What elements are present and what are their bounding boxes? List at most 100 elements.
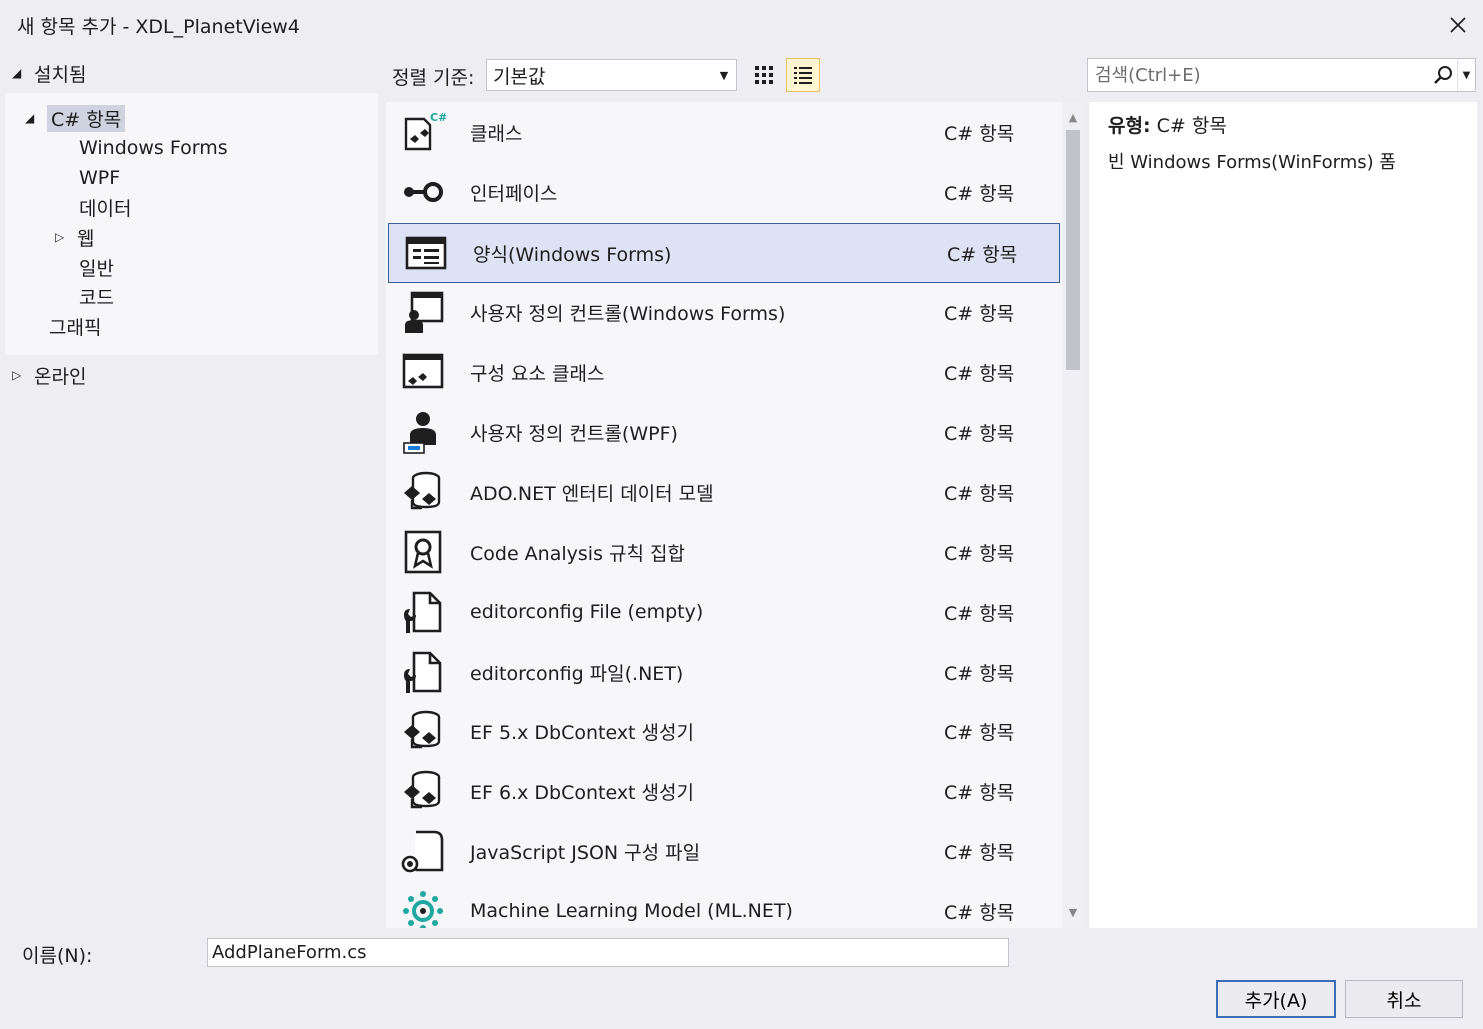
template-category: C# 항목 <box>944 542 1015 565</box>
window-title: 새 항목 추가 - XDL_PlanetView4 <box>17 16 300 38</box>
template-row[interactable]: editorconfig 파일(.NET) C# 항목 <box>386 642 1060 702</box>
template-category: C# 항목 <box>944 901 1015 924</box>
collapse-triangle-icon: ◢ <box>12 66 22 80</box>
detail-pane <box>1089 102 1477 928</box>
tree-item-web[interactable]: ▷ 웹 <box>55 223 94 251</box>
search-input[interactable] <box>1088 64 1429 86</box>
sort-value: 기본값 <box>493 65 546 88</box>
template-list: C# 클래스 C# 항목 인터페이스 C# 항목 양식(Windows Forms) C# … <box>386 102 1062 928</box>
json-config-icon <box>398 826 448 876</box>
template-row[interactable]: Code Analysis 규칙 집합 C# 항목 <box>386 522 1060 582</box>
template-category: C# 항목 <box>944 182 1015 205</box>
user-control-icon <box>398 287 448 337</box>
category-tree: ◢ C# 항목 Windows Forms WPF 데이터 ▷ 웹 일반 코드 … <box>5 93 378 355</box>
dbcontext-icon <box>398 766 448 816</box>
tree-item-graphics[interactable]: 그래픽 <box>49 312 101 340</box>
template-name: ADO.NET 엔터티 데이터 모델 <box>470 482 714 505</box>
template-row[interactable]: EF 5.x DbContext 생성기 C# 항목 <box>386 701 1060 761</box>
name-field[interactable] <box>208 939 1008 966</box>
template-category: C# 항목 <box>944 781 1015 804</box>
sort-dropdown[interactable]: 기본값 ▼ <box>486 59 737 91</box>
detail-description: 빈 Windows Forms(WinForms) 폼 <box>1108 152 1396 173</box>
tree-item-label: 데이터 <box>79 197 132 220</box>
form-icon <box>401 228 451 278</box>
template-category: C# 항목 <box>944 482 1015 505</box>
tree-item-label: WPF <box>79 167 121 189</box>
editorconfig-icon <box>398 587 448 637</box>
tree-item-code[interactable]: 코드 <box>79 282 114 310</box>
svg-text:C#: C# <box>430 111 446 124</box>
template-row[interactable]: 사용자 정의 컨트롤(WPF) C# 항목 <box>386 402 1060 462</box>
tree-installed-header[interactable]: ◢ 설치됨 <box>12 60 86 86</box>
tree-item-label: 일반 <box>79 257 114 280</box>
template-name: Code Analysis 규칙 집합 <box>470 542 685 565</box>
template-row[interactable]: ADO.NET 엔터티 데이터 모델 C# 항목 <box>386 462 1060 522</box>
close-button[interactable] <box>1438 6 1478 44</box>
tree-item-label: 그래픽 <box>49 316 102 339</box>
search-box: ▼ <box>1087 58 1476 92</box>
template-row[interactable]: 양식(Windows Forms) C# 항목 <box>388 223 1060 283</box>
search-button[interactable] <box>1429 59 1457 91</box>
tree-item-wpf[interactable]: WPF <box>79 164 120 192</box>
tree-item-windows-forms[interactable]: Windows Forms <box>79 134 228 162</box>
scroll-up-arrow-icon[interactable]: ▲ <box>1064 108 1082 126</box>
search-options-dropdown[interactable]: ▼ <box>1457 59 1475 91</box>
template-name: 구성 요소 클래스 <box>470 362 605 385</box>
grid-view-button[interactable] <box>748 59 780 91</box>
template-row[interactable]: EF 6.x DbContext 생성기 C# 항목 <box>386 761 1060 821</box>
tree-item-label: Windows Forms <box>79 137 228 159</box>
grid-view-icon <box>755 66 773 84</box>
template-name: 인터페이스 <box>470 182 558 205</box>
tree-item-data[interactable]: 데이터 <box>79 193 131 221</box>
template-name: 양식(Windows Forms) <box>473 243 672 266</box>
dbcontext-icon <box>398 706 448 756</box>
interface-icon <box>398 167 448 217</box>
template-row[interactable]: C# 클래스 C# 항목 <box>386 102 1060 162</box>
cancel-button[interactable]: 취소 <box>1345 980 1463 1018</box>
tree-online-label: 온라인 <box>34 365 87 388</box>
template-name: Machine Learning Model (ML.NET) <box>470 900 793 922</box>
template-category: C# 항목 <box>944 302 1015 325</box>
editorconfig-icon <box>398 647 448 697</box>
template-row[interactable]: JavaScript JSON 구성 파일 C# 항목 <box>386 821 1060 881</box>
tree-installed-label: 설치됨 <box>34 63 87 86</box>
template-category: C# 항목 <box>944 841 1015 864</box>
entity-model-icon <box>398 467 448 517</box>
template-category: C# 항목 <box>944 721 1015 744</box>
template-category: C# 항목 <box>944 662 1015 685</box>
template-name: EF 5.x DbContext 생성기 <box>470 721 694 744</box>
tree-item-csharp[interactable]: ◢ C# 항목 <box>25 104 126 132</box>
chevron-down-icon: ▼ <box>719 68 729 82</box>
tree-item-general[interactable]: 일반 <box>79 253 114 281</box>
add-button[interactable]: 추가(A) <box>1216 980 1336 1018</box>
tree-item-label: 코드 <box>79 286 114 309</box>
name-field-box <box>207 938 1009 967</box>
tree-online-header[interactable]: ▷ 온라인 <box>12 362 86 388</box>
template-row[interactable]: 구성 요소 클래스 C# 항목 <box>386 342 1060 402</box>
detail-type-value: C# 항목 <box>1156 115 1227 137</box>
template-row[interactable]: 사용자 정의 컨트롤(Windows Forms) C# 항목 <box>386 282 1060 342</box>
class-icon: C# <box>398 107 448 157</box>
template-category: C# 항목 <box>944 602 1015 625</box>
ruleset-icon <box>398 527 448 577</box>
detail-type: 유형: C# 항목 <box>1108 111 1227 138</box>
template-name: 사용자 정의 컨트롤(Windows Forms) <box>470 302 786 325</box>
template-row[interactable]: Machine Learning Model (ML.NET) C# 항목 <box>386 881 1060 928</box>
name-label: 이름(N): <box>22 945 93 967</box>
list-view-button[interactable] <box>786 58 820 92</box>
chevron-down-icon: ▼ <box>1462 69 1471 81</box>
template-name: editorconfig 파일(.NET) <box>470 662 684 685</box>
template-row[interactable]: editorconfig File (empty) C# 항목 <box>386 582 1060 642</box>
component-class-icon <box>398 347 448 397</box>
scrollbar-thumb[interactable] <box>1066 130 1080 370</box>
template-row[interactable]: 인터페이스 C# 항목 <box>386 162 1060 222</box>
collapse-triangle-icon: ◢ <box>25 111 35 125</box>
template-category: C# 항목 <box>947 243 1018 266</box>
template-category: C# 항목 <box>944 422 1015 445</box>
template-category: C# 항목 <box>944 122 1015 145</box>
tree-item-label: C# 항목 <box>47 104 126 132</box>
scroll-down-arrow-icon[interactable]: ▼ <box>1064 903 1082 921</box>
ml-model-icon <box>398 886 448 928</box>
sort-label: 정렬 기준: <box>392 67 475 89</box>
expand-triangle-icon[interactable]: ▷ <box>55 230 77 244</box>
